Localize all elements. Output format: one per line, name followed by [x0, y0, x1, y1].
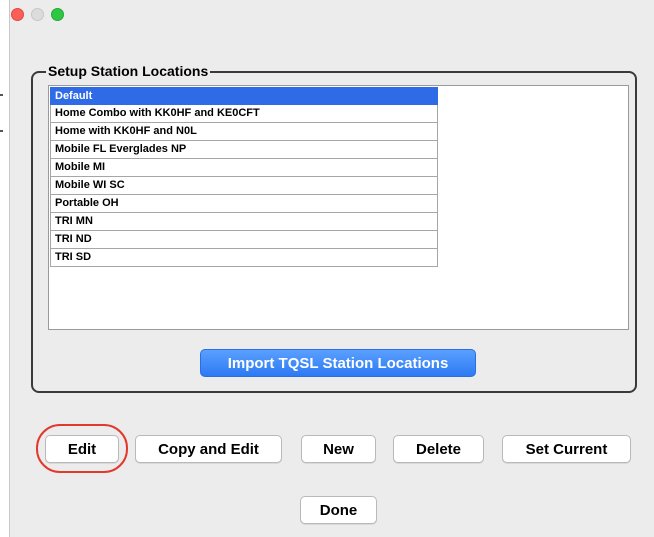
station-location-item[interactable]: TRI ND	[50, 231, 438, 249]
edge-tick	[0, 94, 3, 96]
zoom-window-icon[interactable]	[51, 8, 64, 21]
station-location-item[interactable]: Home with KK0HF and N0L	[50, 123, 438, 141]
station-location-item[interactable]: TRI SD	[50, 249, 438, 267]
station-location-item[interactable]: Mobile FL Everglades NP	[50, 141, 438, 159]
done-button[interactable]: Done	[300, 496, 377, 524]
station-location-item[interactable]: Home Combo with KK0HF and KE0CFT	[50, 105, 438, 123]
station-location-list[interactable]: Default Home Combo with KK0HF and KE0CFT H…	[48, 85, 629, 330]
copy-and-edit-button[interactable]: Copy and Edit	[135, 435, 282, 463]
title-bar	[10, 0, 654, 30]
new-button[interactable]: New	[301, 435, 376, 463]
station-location-item[interactable]: Portable OH	[50, 195, 438, 213]
station-location-item[interactable]: Mobile WI SC	[50, 177, 438, 195]
group-title: Setup Station Locations	[46, 62, 211, 80]
station-location-item[interactable]: TRI MN	[50, 213, 438, 231]
station-location-item[interactable]: Mobile MI	[50, 159, 438, 177]
import-tqsl-locations-button[interactable]: Import TQSL Station Locations	[200, 349, 476, 377]
edit-button[interactable]: Edit	[45, 435, 119, 463]
station-location-item[interactable]: Default	[50, 87, 438, 105]
set-current-button[interactable]: Set Current	[502, 435, 631, 463]
edge-tick	[0, 130, 3, 132]
minimize-window-icon[interactable]	[31, 8, 44, 21]
close-window-icon[interactable]	[11, 8, 24, 21]
list-rows: Default Home Combo with KK0HF and KE0CFT H…	[50, 87, 438, 267]
delete-button[interactable]: Delete	[393, 435, 484, 463]
